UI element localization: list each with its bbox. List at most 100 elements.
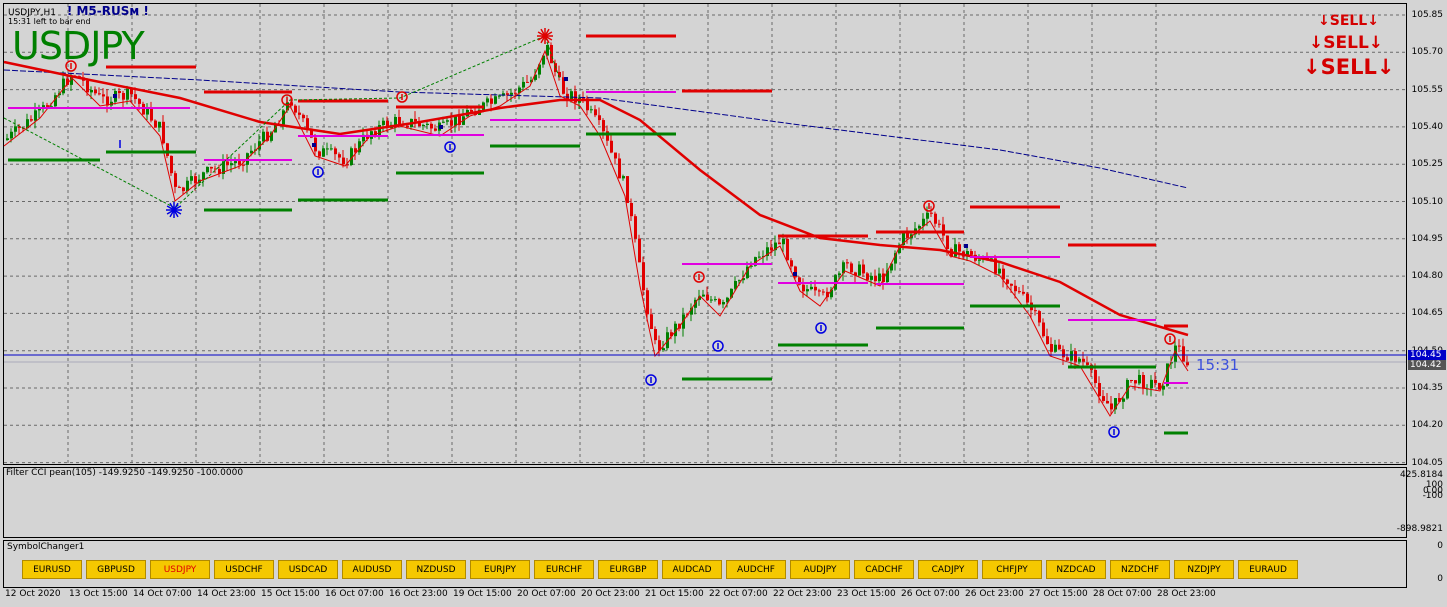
candle-down [406,125,409,127]
symbol-button-nzdusd[interactable]: NZDUSD [406,560,466,579]
candle-up [158,121,161,128]
candle-up [722,302,725,305]
symbol-button-usdchf[interactable]: USDCHF [214,560,274,579]
symbol-button-euraud[interactable]: EURAUD [1238,560,1298,579]
candle-down [1074,351,1077,363]
candle-down [634,216,637,239]
candle-up [34,110,37,121]
symbol-button-eurgbp[interactable]: EURGBP [598,560,658,579]
symbol-button-usdjpy[interactable]: USDJPY [150,560,210,579]
candle-up [878,273,881,282]
time-tick: 13 Oct 15:00 [69,589,128,599]
candle-down [98,93,101,95]
symbol-button-cadjpy[interactable]: CADJPY [918,560,978,579]
candle-down [94,89,97,94]
symbol-button-eurjpy[interactable]: EURJPY [470,560,530,579]
candle-down [1130,379,1133,381]
candle-down [226,161,229,166]
symbol-button-nzdjpy[interactable]: NZDJPY [1174,560,1234,579]
symbol-button-chfjpy[interactable]: CHFJPY [982,560,1042,579]
candle-up [1054,344,1057,352]
candle-down [946,235,949,250]
candle-down [298,112,301,115]
candle-up [206,166,209,173]
sell-signal-2: ↓SELL↓ [1309,33,1384,53]
symbol-button-nzdchf[interactable]: NZDCHF [1110,560,1170,579]
symbol-changer-label: SymbolChanger1 [7,542,85,552]
symbol-button-audchf[interactable]: AUDCHF [726,560,786,579]
candle-down [242,164,245,166]
candle-down [1022,291,1025,294]
candle-down [134,94,137,100]
candle-up [978,259,981,261]
candle-down [398,116,401,125]
candle-down [626,176,629,203]
symbol-button-gbpusd[interactable]: GBPUSD [86,560,146,579]
candle-down [630,202,633,217]
candle-up [230,163,233,166]
symbol-button-audcad[interactable]: AUDCAD [662,560,722,579]
candle-down [194,176,197,184]
candle-up [234,161,237,164]
candle-down [1134,380,1137,384]
ask-price-tag: 104.42 [1408,360,1446,370]
candle-up [494,96,497,104]
candle-up [810,286,813,290]
candle-down [1046,336,1049,345]
price-tick: 105.25 [1411,159,1444,170]
candle-down [1110,403,1113,410]
symbol-button-cadchf[interactable]: CADCHF [854,560,914,579]
candle-up [382,120,385,126]
candle-down [1098,383,1101,397]
sell-label-1: SELL [1329,13,1368,29]
candle-down [718,299,721,305]
candle-down [598,115,601,121]
candle-down [1010,283,1013,286]
candle-down [154,120,157,128]
symbol-button-audusd[interactable]: AUDUSD [342,560,402,579]
price-tick: 104.65 [1411,308,1444,319]
candle-down [338,154,341,158]
symbol-button-eurchf[interactable]: EURCHF [534,560,594,579]
candle-down [1026,293,1029,303]
cci-axis-minus100: -100 [1422,491,1443,501]
candle-up [10,131,13,139]
candle-down [506,93,509,95]
candle-down [610,140,613,153]
symbol-button-nzdcad[interactable]: NZDCAD [1046,560,1106,579]
dot-marker [312,143,316,147]
sell-signal-1: ↓SELL↓ [1318,13,1379,29]
cci-axis-min: -898.9821 [1396,524,1443,534]
candle-down [86,80,89,93]
candle-up [662,348,665,351]
symbol-button-audjpy[interactable]: AUDJPY [790,560,850,579]
candle-up [702,294,705,297]
time-tick: 19 Oct 15:00 [453,589,512,599]
candle-up [870,275,873,280]
candle-down [650,314,653,329]
time-tick: 22 Oct 07:00 [709,589,768,599]
candle-down [238,161,241,165]
symbol-button-usdcad[interactable]: USDCAD [278,560,338,579]
sell-signal-3: ↓SELL↓ [1303,55,1395,79]
dot-marker [793,272,797,276]
candle-down [862,264,865,274]
candle-down [614,152,617,159]
price-axis[interactable]: 105.85 105.70 105.55 105.40 105.25 105.10 104.… [1408,3,1447,468]
candle-down [1178,345,1181,347]
candle-down [514,92,517,94]
candle-down [646,290,649,315]
candle-down [1002,268,1005,280]
indicator-name: ! M5-RUSм ! [66,4,149,18]
candle-down [958,244,961,252]
symbol-button-eurusd[interactable]: EURUSD [22,560,82,579]
candle-up [590,109,593,111]
sym-axis-bottom: 0 [1437,574,1443,584]
time-tick: 23 Oct 15:00 [837,589,896,599]
candle-down [1106,400,1109,404]
candle-down [1050,344,1053,352]
candle-up [858,264,861,276]
candle-down [178,186,181,188]
candle-up [570,91,573,100]
candle-down [814,286,817,291]
